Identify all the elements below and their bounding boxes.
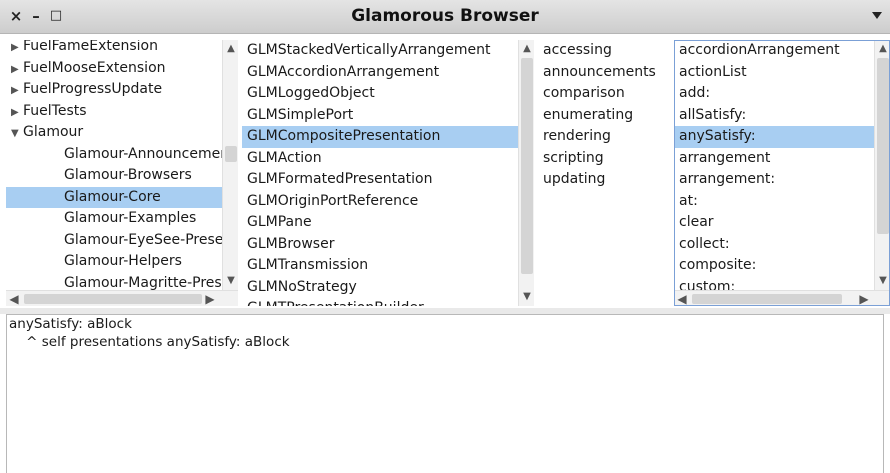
package-item[interactable]: ▼ Glamour	[6, 122, 222, 144]
class-item-selected[interactable]: GLMCompositePresentation	[242, 126, 518, 148]
classes-vscrollbar[interactable]: ▲ ▼	[518, 40, 534, 306]
methods-focus-border	[674, 40, 890, 306]
protocols-pane: accessing announcements comparison enume…	[538, 40, 670, 306]
package-subitem[interactable]: Glamour-Examples	[6, 208, 222, 230]
scroll-left-icon[interactable]: ◀	[8, 293, 20, 305]
protocol-item[interactable]: comparison	[538, 83, 670, 105]
window-menu-icon[interactable]	[872, 12, 882, 19]
classes-pane: GLMStackedVerticallyArrangement GLMAccor…	[242, 40, 534, 306]
code-line: ^ self presentations anySatisfy: aBlock	[9, 334, 290, 350]
classes-list: GLMStackedVerticallyArrangement GLMAccor…	[242, 40, 518, 306]
scroll-down-icon[interactable]: ▼	[522, 292, 532, 302]
scroll-thumb[interactable]	[24, 294, 202, 304]
scroll-up-icon[interactable]: ▲	[522, 44, 532, 54]
window-title: Glamorous Browser	[351, 6, 539, 26]
class-item[interactable]: GLMBrowser	[242, 234, 518, 256]
expand-triangle-icon[interactable]: ▶	[11, 80, 23, 101]
protocol-item[interactable]: updating	[538, 169, 670, 191]
class-item[interactable]: GLMOriginPortReference	[242, 191, 518, 213]
class-item[interactable]: GLMStackedVerticallyArrangement	[242, 40, 518, 62]
protocol-item[interactable]: rendering	[538, 126, 670, 148]
class-item[interactable]: GLMTransmission	[242, 255, 518, 277]
package-subitem[interactable]: Glamour-Helpers	[6, 251, 222, 273]
expand-triangle-icon[interactable]: ▶	[11, 102, 23, 123]
class-item[interactable]: GLMAction	[242, 148, 518, 170]
package-item[interactable]: ▶ FuelTests	[6, 101, 222, 123]
scroll-up-icon[interactable]: ▲	[226, 44, 236, 54]
package-item[interactable]: ▶ FuelMooseExtension	[6, 58, 222, 80]
class-item[interactable]: GLMTPresentationBuilder	[242, 298, 518, 306]
packages-pane: ▶ FuelFameExtension ▶ FuelMooseExtension ▶…	[6, 40, 238, 306]
code-editor[interactable]: anySatisfy: aBlock ^ self presentations …	[6, 314, 884, 473]
code-line: anySatisfy: aBlock	[9, 316, 132, 332]
package-subitem[interactable]: Glamour-Browsers	[6, 165, 222, 187]
class-item[interactable]: GLMNoStrategy	[242, 277, 518, 299]
expand-triangle-icon[interactable]: ▶	[11, 40, 23, 58]
package-subitem[interactable]: Glamour-EyeSee-Presentations	[6, 230, 222, 252]
expand-triangle-icon[interactable]: ▶	[11, 59, 23, 80]
protocol-item[interactable]: scripting	[538, 148, 670, 170]
scroll-thumb[interactable]	[225, 146, 237, 162]
class-item[interactable]: GLMPane	[242, 212, 518, 234]
scroll-thumb[interactable]	[521, 58, 533, 274]
packages-hscrollbar[interactable]: ◀ ▶	[6, 290, 238, 306]
packages-list: ▶ FuelFameExtension ▶ FuelMooseExtension ▶…	[6, 40, 222, 291]
protocol-item[interactable]: accessing	[538, 40, 670, 62]
package-item[interactable]: ▶ FuelProgressUpdate	[6, 79, 222, 101]
class-item[interactable]: GLMFormatedPresentation	[242, 169, 518, 191]
class-item[interactable]: GLMAccordionArrangement	[242, 62, 518, 84]
protocol-item[interactable]: announcements	[538, 62, 670, 84]
package-subitem[interactable]: Glamour-Announcements	[6, 144, 222, 166]
scroll-down-icon[interactable]: ▼	[226, 276, 236, 286]
scroll-right-icon[interactable]: ▶	[204, 293, 216, 305]
collapse-triangle-icon[interactable]: ▼	[11, 123, 23, 144]
package-item[interactable]: ▶ FuelFameExtension	[6, 40, 222, 58]
class-item[interactable]: GLMSimplePort	[242, 105, 518, 127]
packages-vscrollbar[interactable]: ▲ ▼	[222, 40, 238, 290]
title-bar: × – □ Glamorous Browser	[0, 0, 890, 34]
protocol-item[interactable]: enumerating	[538, 105, 670, 127]
package-subitem-selected[interactable]: Glamour-Core	[6, 186, 222, 208]
protocols-list: accessing announcements comparison enume…	[538, 40, 670, 306]
class-item[interactable]: GLMLoggedObject	[242, 83, 518, 105]
